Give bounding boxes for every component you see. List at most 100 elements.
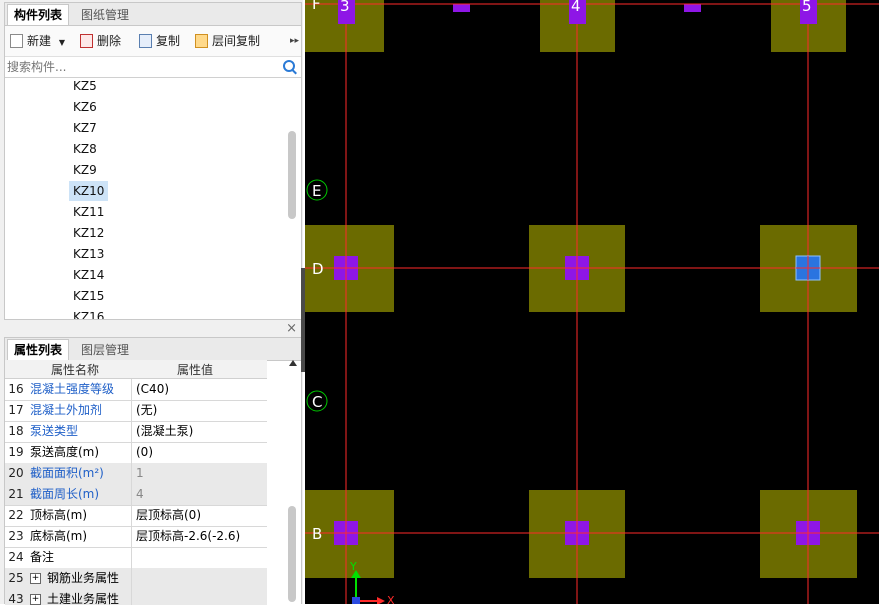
property-value bbox=[131, 589, 267, 605]
axis-label-D: D bbox=[312, 260, 324, 278]
row-number: 20 bbox=[8, 466, 24, 480]
list-item[interactable]: KZ9 bbox=[69, 160, 101, 180]
drawing-canvas[interactable]: 3 4 5 F E D C B Y X bbox=[305, 0, 879, 604]
property-list-scrollbar[interactable] bbox=[288, 506, 296, 602]
axis-label-3: 3 bbox=[340, 0, 350, 15]
copy-button[interactable]: 复制 bbox=[139, 32, 180, 50]
property-name: 混凝土外加剂 bbox=[30, 403, 103, 417]
component-tabs: 构件列表 图纸管理 bbox=[5, 3, 301, 26]
property-tabs: 属性列表 图层管理 bbox=[5, 338, 301, 361]
property-header-row: 属性名称 属性值 bbox=[5, 360, 267, 379]
axis-label-C: C bbox=[312, 393, 322, 411]
property-value[interactable]: (混凝土泵) bbox=[131, 421, 267, 442]
list-item[interactable]: KZ13 bbox=[69, 244, 108, 264]
property-table: 属性名称 属性值 16 混凝土强度等级 (C40) 17 混凝土外加剂 (无) … bbox=[5, 360, 287, 605]
property-name: 混凝土强度等级 bbox=[30, 382, 115, 396]
ucs-x-arrow-icon bbox=[377, 597, 385, 604]
tab-component-list[interactable]: 构件列表 bbox=[7, 4, 70, 25]
property-name: 截面面积(m²) bbox=[30, 466, 104, 480]
property-name: 底标高(m) bbox=[30, 529, 88, 543]
property-row-24[interactable]: 24 备注 bbox=[5, 547, 267, 569]
close-icon[interactable]: × bbox=[286, 321, 297, 336]
property-value: 4 bbox=[131, 484, 267, 505]
list-item[interactable]: KZ5 bbox=[69, 76, 101, 96]
property-row-23[interactable]: 23 底标高(m) 层顶标高-2.6(-2.6) bbox=[5, 526, 267, 548]
row-number: 21 bbox=[8, 487, 24, 501]
component-list-scrollbar[interactable] bbox=[288, 131, 296, 219]
property-row-16[interactable]: 16 混凝土强度等级 (C40) bbox=[5, 379, 267, 401]
drawing-svg[interactable]: 3 4 5 F E D C B Y X bbox=[305, 0, 879, 604]
property-value: 1 bbox=[131, 463, 267, 484]
property-name: 泵送类型 bbox=[30, 424, 79, 438]
tab-layer-management[interactable]: 图层管理 bbox=[75, 340, 135, 360]
layer-copy-button[interactable]: 层间复制 bbox=[195, 32, 260, 50]
copy-label: 复制 bbox=[156, 34, 181, 48]
layer-copy-icon bbox=[195, 34, 208, 48]
property-row-22[interactable]: 22 顶标高(m) 层顶标高(0) bbox=[5, 505, 267, 527]
list-item[interactable]: KZ8 bbox=[69, 139, 101, 159]
axis-label-4: 4 bbox=[571, 0, 581, 15]
dropdown-arrow-icon[interactable]: ▼ bbox=[59, 38, 65, 47]
expand-icon[interactable]: + bbox=[30, 573, 41, 584]
scroll-up-arrow-icon[interactable] bbox=[289, 360, 297, 366]
left-panel: 构件列表 图纸管理 新建 ▼ 删除 复制 层间复制 ▸▸ KZ5 KZ6 bbox=[0, 0, 303, 605]
property-value[interactable]: (C40) bbox=[131, 379, 267, 400]
property-row-18[interactable]: 18 泵送类型 (混凝土泵) bbox=[5, 421, 267, 443]
row-number: 16 bbox=[8, 382, 24, 396]
list-item[interactable]: KZ14 bbox=[69, 265, 108, 285]
property-name: 截面周长(m) bbox=[30, 487, 100, 501]
property-row-25[interactable]: 25 + 钢筋业务属性 bbox=[5, 568, 267, 590]
delete-label: 删除 bbox=[97, 34, 122, 48]
list-item-selected[interactable]: KZ10 bbox=[69, 181, 109, 201]
new-file-icon bbox=[10, 34, 23, 48]
list-item[interactable]: KZ6 bbox=[69, 97, 101, 117]
more-tools-icon[interactable]: ▸▸ bbox=[290, 32, 299, 50]
list-item[interactable]: KZ16 bbox=[69, 307, 108, 319]
ucs-x-label: X bbox=[387, 594, 395, 604]
search-icon[interactable] bbox=[283, 60, 295, 72]
property-row-43[interactable]: 43 + 土建业务属性 bbox=[5, 589, 267, 605]
component-search bbox=[5, 57, 301, 78]
new-button[interactable]: 新建 ▼ bbox=[10, 32, 65, 50]
ucs-y-label: Y bbox=[349, 560, 357, 573]
row-number: 24 bbox=[8, 550, 24, 564]
new-label: 新建 bbox=[27, 34, 52, 48]
ucs-origin-icon bbox=[352, 597, 360, 604]
delete-button[interactable]: 删除 bbox=[80, 32, 121, 50]
search-input[interactable] bbox=[7, 58, 277, 75]
list-item[interactable]: KZ7 bbox=[69, 118, 101, 138]
row-number: 43 bbox=[8, 592, 24, 605]
property-value bbox=[131, 568, 267, 589]
layer-copy-label: 层间复制 bbox=[212, 34, 261, 48]
axis-label-5: 5 bbox=[802, 0, 812, 15]
property-value[interactable]: (0) bbox=[131, 442, 267, 463]
expand-icon[interactable]: + bbox=[30, 594, 41, 605]
component-toolbar: 新建 ▼ 删除 复制 层间复制 ▸▸ bbox=[5, 26, 301, 57]
property-value[interactable]: 层顶标高-2.6(-2.6) bbox=[131, 526, 267, 547]
tab-drawing-management[interactable]: 图纸管理 bbox=[75, 5, 135, 25]
beam-segment[interactable] bbox=[453, 4, 470, 12]
row-number: 18 bbox=[8, 424, 24, 438]
property-row-20[interactable]: 20 截面面积(m²) 1 bbox=[5, 463, 267, 485]
property-value[interactable] bbox=[131, 547, 267, 568]
row-number: 19 bbox=[8, 445, 24, 459]
property-panel: 属性列表 图层管理 属性名称 属性值 16 混凝土强度等级 (C40) 17 混… bbox=[4, 337, 302, 605]
property-row-17[interactable]: 17 混凝土外加剂 (无) bbox=[5, 400, 267, 422]
list-item[interactable]: KZ15 bbox=[69, 286, 108, 306]
tab-property-list[interactable]: 属性列表 bbox=[7, 339, 70, 360]
header-property-value: 属性值 bbox=[177, 363, 214, 377]
property-name: 顶标高(m) bbox=[30, 508, 88, 522]
property-name: 备注 bbox=[30, 550, 55, 564]
property-row-19[interactable]: 19 泵送高度(m) (0) bbox=[5, 442, 267, 464]
row-number: 25 bbox=[8, 571, 24, 585]
list-item[interactable]: KZ12 bbox=[69, 223, 108, 243]
property-value[interactable]: (无) bbox=[131, 400, 267, 421]
axis-label-B: B bbox=[312, 525, 322, 543]
property-panel-header: × bbox=[4, 321, 302, 337]
axis-label-F: F bbox=[312, 0, 321, 13]
list-item[interactable]: KZ11 bbox=[69, 202, 108, 222]
axis-label-E: E bbox=[312, 182, 321, 200]
property-value[interactable]: 层顶标高(0) bbox=[131, 505, 267, 526]
property-row-21[interactable]: 21 截面周长(m) 4 bbox=[5, 484, 267, 506]
beam-segment[interactable] bbox=[684, 4, 701, 12]
